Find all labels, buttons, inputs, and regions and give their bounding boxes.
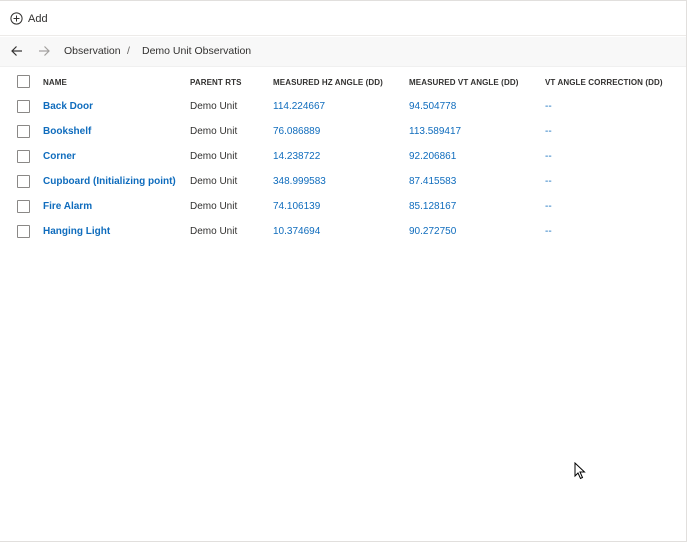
row-vt-correction[interactable]: -- <box>545 101 552 112</box>
row-vt-correction[interactable]: -- <box>545 226 552 237</box>
breadcrumb-bar: Observation / Demo Unit Observation <box>0 37 686 67</box>
add-circle-icon <box>10 12 23 25</box>
row-hz-angle[interactable]: 114.224667 <box>273 101 325 112</box>
row-vt-angle[interactable]: 94.504778 <box>409 101 456 112</box>
row-hz-angle[interactable]: 14.238722 <box>273 151 320 162</box>
breadcrumb-item-current: Demo Unit Observation <box>142 45 252 57</box>
row-checkbox[interactable] <box>17 200 30 213</box>
row-vt-angle[interactable]: 85.128167 <box>409 201 456 212</box>
row-vt-angle[interactable]: 113.589417 <box>409 126 461 137</box>
mouse-pointer-icon <box>574 461 586 480</box>
add-button-label: Add <box>28 12 48 25</box>
table-row[interactable]: Corner Demo Unit 14.238722 92.206861 -- <box>0 144 686 169</box>
table-row[interactable]: Bookshelf Demo Unit 76.086889 113.589417… <box>0 119 686 144</box>
breadcrumb-item-observation[interactable]: Observation <box>64 45 121 57</box>
row-checkbox[interactable] <box>17 100 30 113</box>
row-vt-angle[interactable]: 90.272750 <box>409 226 456 237</box>
row-checkbox[interactable] <box>17 225 30 238</box>
column-header-name[interactable]: NAME <box>43 78 67 87</box>
table-row[interactable]: Cupboard (Initializing point) Demo Unit … <box>0 169 686 194</box>
command-bar: Add <box>0 0 686 36</box>
column-header-parent-rts[interactable]: PARENT RTS <box>190 78 242 87</box>
table-row[interactable]: Fire Alarm Demo Unit 74.106139 85.128167… <box>0 194 686 219</box>
row-vt-angle[interactable]: 92.206861 <box>409 151 456 162</box>
row-hz-angle[interactable]: 76.086889 <box>273 126 320 137</box>
row-name-link[interactable]: Bookshelf <box>43 126 91 137</box>
row-hz-angle[interactable]: 74.106139 <box>273 201 320 212</box>
row-name-link[interactable]: Cupboard (Initializing point) <box>43 176 176 187</box>
row-parent-rts: Demo Unit <box>190 226 238 237</box>
breadcrumb-separator: / <box>127 45 130 57</box>
add-button[interactable]: Add <box>10 10 48 27</box>
row-vt-correction[interactable]: -- <box>545 126 552 137</box>
row-name-link[interactable]: Corner <box>43 151 76 162</box>
row-name-link[interactable]: Back Door <box>43 101 93 112</box>
row-name-link[interactable]: Hanging Light <box>43 226 110 237</box>
app-frame: Add Observation / Demo Unit Observation … <box>0 0 687 542</box>
arrow-right-icon[interactable] <box>37 44 51 58</box>
row-vt-correction[interactable]: -- <box>545 176 552 187</box>
row-parent-rts: Demo Unit <box>190 176 238 187</box>
row-checkbox[interactable] <box>17 175 30 188</box>
row-checkbox[interactable] <box>17 125 30 138</box>
row-parent-rts: Demo Unit <box>190 101 238 112</box>
row-parent-rts: Demo Unit <box>190 126 238 137</box>
column-header-hz-angle[interactable]: MEASURED HZ ANGLE (DD) <box>273 78 383 87</box>
table-row[interactable]: Hanging Light Demo Unit 10.374694 90.272… <box>0 219 686 244</box>
row-hz-angle[interactable]: 348.999583 <box>273 176 326 187</box>
table-row[interactable]: Back Door Demo Unit 114.224667 94.504778… <box>0 94 686 119</box>
grid-header: NAME PARENT RTS MEASURED HZ ANGLE (DD) M… <box>0 69 686 94</box>
row-name-link[interactable]: Fire Alarm <box>43 201 92 212</box>
arrow-left-icon[interactable] <box>10 44 24 58</box>
row-vt-angle[interactable]: 87.415583 <box>409 176 456 187</box>
row-parent-rts: Demo Unit <box>190 201 238 212</box>
column-header-vt-correction[interactable]: VT ANGLE CORRECTION (DD) <box>545 78 663 87</box>
select-all-checkbox[interactable] <box>17 75 30 88</box>
row-vt-correction[interactable]: -- <box>545 201 552 212</box>
row-vt-correction[interactable]: -- <box>545 151 552 162</box>
row-hz-angle[interactable]: 10.374694 <box>273 226 320 237</box>
column-header-vt-angle[interactable]: MEASURED VT ANGLE (DD) <box>409 78 518 87</box>
row-checkbox[interactable] <box>17 150 30 163</box>
observation-grid: NAME PARENT RTS MEASURED HZ ANGLE (DD) M… <box>0 69 686 244</box>
row-parent-rts: Demo Unit <box>190 151 238 162</box>
